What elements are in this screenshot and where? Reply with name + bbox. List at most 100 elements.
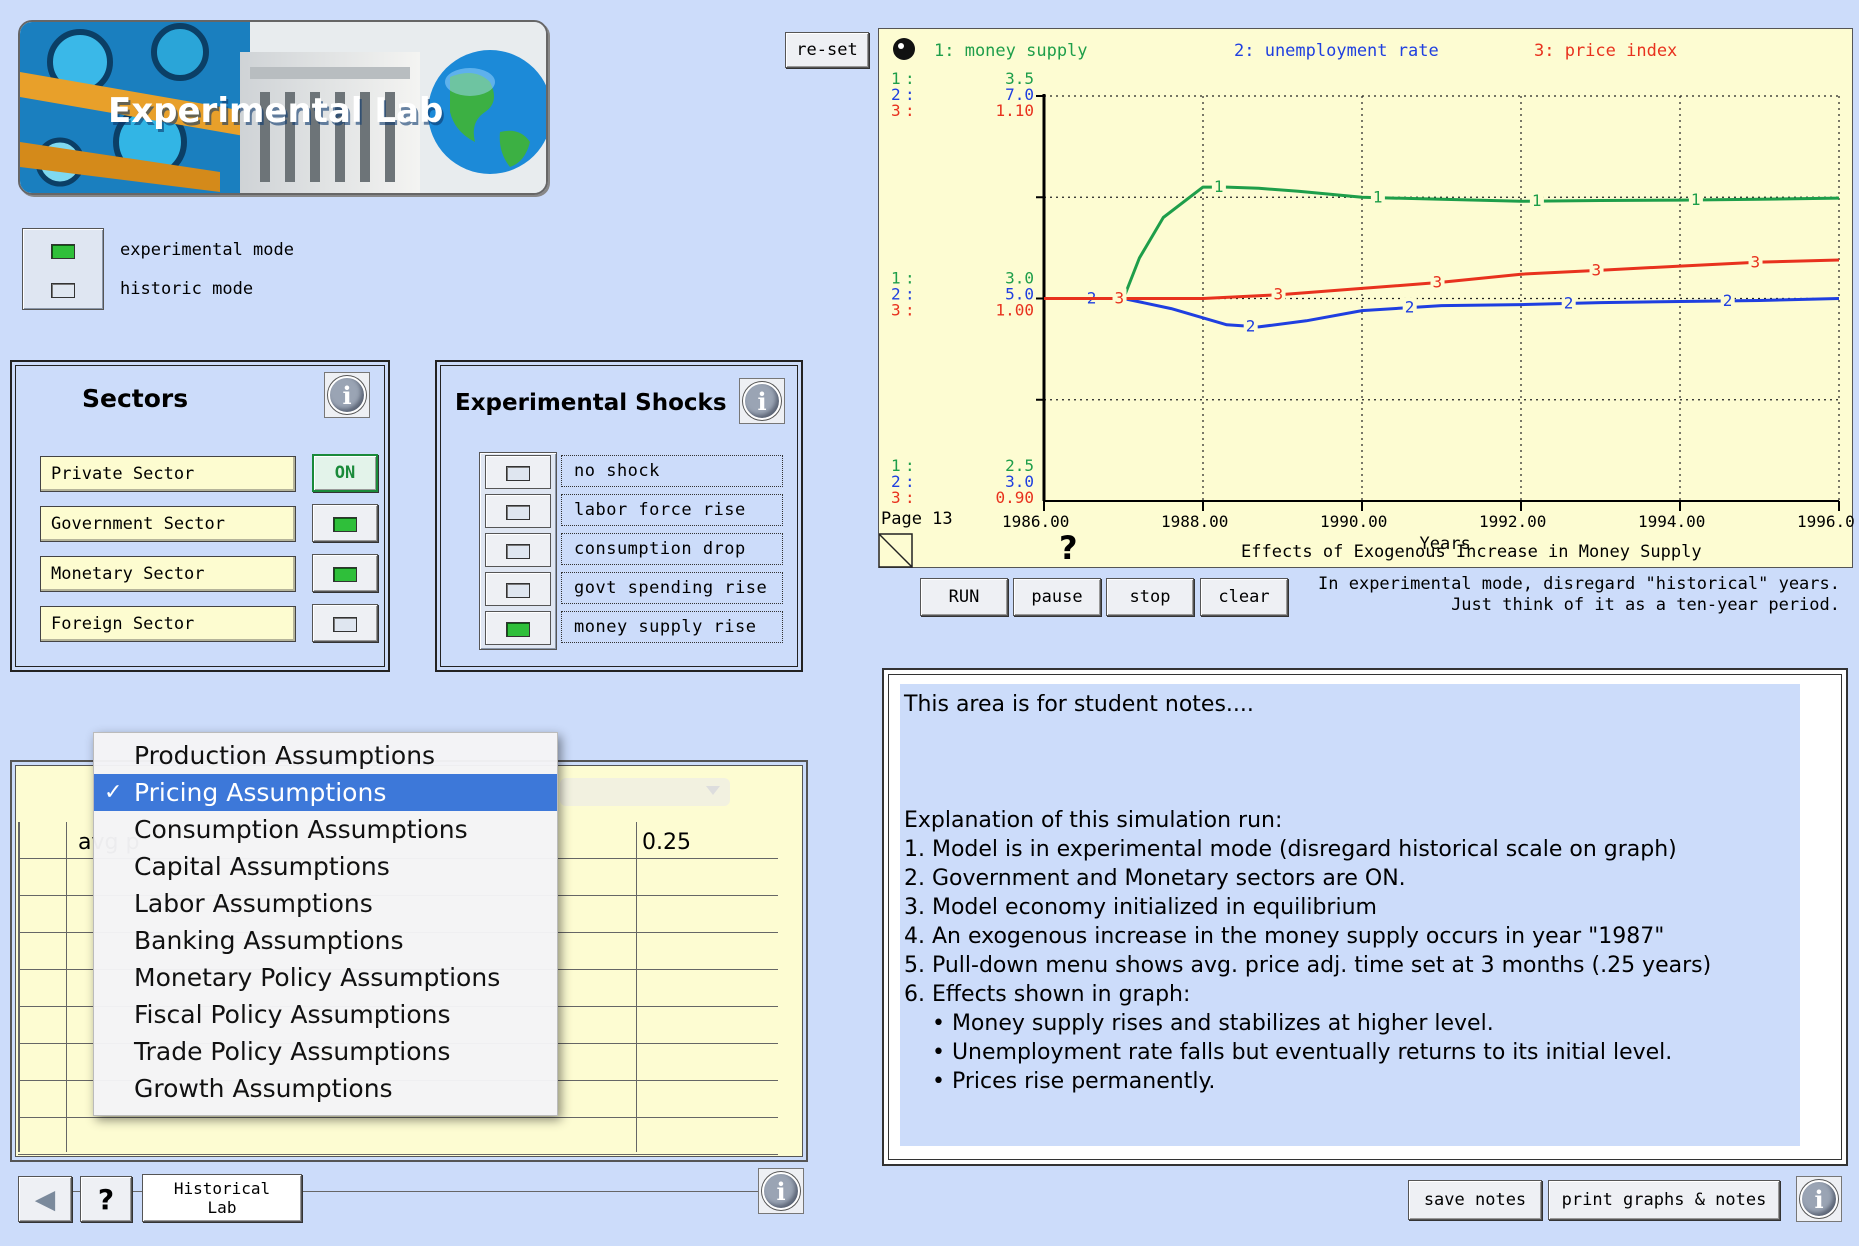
shock-toggle-button[interactable] bbox=[485, 494, 551, 528]
notes-line bbox=[904, 748, 1800, 777]
shock-indicator-icon bbox=[506, 504, 530, 520]
parameter-value-cell[interactable]: 0.25 bbox=[642, 830, 691, 855]
graph-help-icon[interactable]: ? bbox=[1059, 529, 1078, 567]
dropdown-menu-item[interactable]: Labor Assumptions bbox=[94, 885, 557, 922]
notes-line: 1. Model is in experimental mode (disreg… bbox=[904, 837, 1677, 862]
shock-toggle-button[interactable] bbox=[485, 533, 551, 567]
notes-line: 2. Government and Monetary sectors are O… bbox=[904, 866, 1406, 891]
shock-label: money supply rise bbox=[561, 611, 783, 643]
page-label: Page 13 bbox=[881, 509, 953, 529]
mode-label: experimental mode bbox=[120, 240, 294, 260]
shock-toggle-button[interactable] bbox=[485, 455, 551, 489]
stop-button[interactable]: stop bbox=[1106, 578, 1194, 616]
mode-label: historic mode bbox=[120, 279, 254, 299]
series-marker-3: 3 bbox=[1592, 260, 1602, 279]
shock-toggle-button[interactable] bbox=[485, 572, 551, 606]
shock-indicator-icon bbox=[506, 621, 530, 637]
dropdown-menu-item[interactable]: Capital Assumptions bbox=[94, 848, 557, 885]
x-tick-label: 1994.00 bbox=[1638, 512, 1705, 531]
notes-line: 5. Pull-down menu shows avg. price adj. … bbox=[904, 953, 1712, 978]
dropdown-menu-item[interactable]: Trade Policy Assumptions bbox=[94, 1033, 557, 1070]
mode-indicator-icon bbox=[51, 243, 75, 259]
graph-pad-icon[interactable] bbox=[893, 38, 915, 60]
run-button[interactable]: RUN bbox=[920, 578, 1008, 616]
sector-toggle-button[interactable] bbox=[312, 554, 378, 592]
sector-indicator-icon bbox=[333, 616, 357, 632]
legend-money-supply: 1: money supply bbox=[934, 41, 1088, 61]
dropdown-menu-item[interactable]: Growth Assumptions bbox=[94, 1070, 557, 1107]
x-tick-label: 1988.00 bbox=[1161, 512, 1228, 531]
series-marker-2: 2 bbox=[1405, 298, 1415, 317]
notes-line: • Prices rise permanently. bbox=[904, 1069, 1216, 1094]
mode-toggle-button[interactable] bbox=[29, 271, 97, 307]
note-line: Just think of it as a ten-year period. bbox=[1451, 595, 1840, 615]
mode-row: experimental mode bbox=[22, 232, 342, 268]
dropdown-menu-item-label: Trade Policy Assumptions bbox=[134, 1037, 451, 1066]
x-tick-label: 1992.00 bbox=[1479, 512, 1546, 531]
dropdown-menu-item-label: Labor Assumptions bbox=[134, 889, 373, 918]
print-graphs-notes-button[interactable]: print graphs & notes bbox=[1548, 1180, 1780, 1220]
dropdown-menu-item[interactable]: Consumption Assumptions bbox=[94, 811, 557, 848]
dropdown-menu-item-label: Monetary Policy Assumptions bbox=[134, 963, 501, 992]
shock-indicator-icon bbox=[506, 465, 530, 481]
notes-line bbox=[904, 719, 1800, 748]
series-marker-2: 2 bbox=[1246, 316, 1256, 335]
dropdown-menu-item-label: Growth Assumptions bbox=[134, 1074, 393, 1103]
pause-button[interactable]: pause bbox=[1013, 578, 1101, 616]
dropdown-menu-item[interactable]: Production Assumptions bbox=[94, 737, 557, 774]
series-marker-3: 3 bbox=[1433, 273, 1443, 292]
y-axis-colon: : bbox=[905, 101, 915, 120]
experimental-mode-note: In experimental mode, disregard "histori… bbox=[1300, 574, 1840, 616]
back-arrow-button[interactable]: ◀ bbox=[18, 1176, 72, 1222]
student-notes-textarea[interactable]: This area is for student notes.... Explan… bbox=[900, 684, 1800, 1146]
sectors-panel: Sectors i Private Sector ON Government Sec… bbox=[10, 360, 390, 672]
y-axis-colon: : bbox=[905, 301, 915, 320]
dropdown-menu-item[interactable]: Banking Assumptions bbox=[94, 922, 557, 959]
legend-price-index: 3: price index bbox=[1534, 41, 1677, 61]
reset-button[interactable]: re-set bbox=[785, 32, 869, 68]
dropdown-menu-item[interactable]: Fiscal Policy Assumptions bbox=[94, 996, 557, 1033]
checkmark-icon: ✓ bbox=[104, 780, 123, 805]
page-turn-icon[interactable] bbox=[878, 533, 913, 568]
mode-toggle-button[interactable] bbox=[29, 232, 97, 268]
sector-label: Private Sector bbox=[40, 456, 296, 492]
dropdown-menu-item[interactable]: ✓ Pricing Assumptions bbox=[94, 774, 557, 811]
historical-lab-button[interactable]: Historical Lab bbox=[142, 1174, 302, 1222]
y-tick-label: 1.00 bbox=[995, 301, 1034, 320]
table-column-divider bbox=[66, 822, 67, 1152]
notes-line: • Unemployment rate falls but eventually… bbox=[904, 1040, 1673, 1065]
series-marker-3: 3 bbox=[1274, 285, 1284, 304]
assumptions-dropdown-menu: Production Assumptions ✓ Pricing Assumptio… bbox=[93, 732, 558, 1116]
save-notes-button[interactable]: save notes bbox=[1408, 1180, 1542, 1220]
mode-row: historic mode bbox=[22, 271, 342, 307]
y-axis-series-marker: 3 bbox=[891, 101, 901, 120]
assumptions-select[interactable] bbox=[560, 778, 730, 806]
notes-line: 3. Model economy initialized in equilibr… bbox=[904, 895, 1377, 920]
y-tick-label: 1.10 bbox=[995, 101, 1034, 120]
sector-toggle-button[interactable] bbox=[312, 504, 378, 542]
sector-label: Foreign Sector bbox=[40, 606, 296, 642]
table-column-divider bbox=[636, 822, 637, 1152]
series-marker-1: 1 bbox=[1214, 177, 1224, 196]
sectors-info-icon[interactable]: i bbox=[324, 372, 370, 418]
shock-toggle-button[interactable] bbox=[485, 611, 551, 645]
sectors-title: Sectors bbox=[82, 384, 189, 413]
series-line-2 bbox=[1044, 297, 1840, 329]
dropdown-menu-item[interactable]: Monetary Policy Assumptions bbox=[94, 959, 557, 996]
dropdown-menu-item-label: Fiscal Policy Assumptions bbox=[134, 1000, 451, 1029]
sector-toggle-button[interactable]: ON bbox=[312, 454, 378, 492]
shock-label: no shock bbox=[561, 455, 783, 487]
shocks-info-icon[interactable]: i bbox=[739, 378, 785, 424]
sector-indicator-icon bbox=[333, 566, 357, 582]
assumptions-info-icon[interactable]: i bbox=[758, 1168, 804, 1214]
help-button[interactable]: ? bbox=[80, 1176, 132, 1222]
shocks-panel: Experimental Shocks i no shock labor forc… bbox=[435, 360, 803, 672]
clear-button[interactable]: clear bbox=[1200, 578, 1288, 616]
sector-toggle-button[interactable] bbox=[312, 604, 378, 642]
sector-label: Government Sector bbox=[40, 506, 296, 542]
sector-list: Private Sector ON Government Sector Monetar… bbox=[28, 452, 378, 652]
series-marker-3: 3 bbox=[1115, 289, 1125, 308]
simulation-graph: 1: money supply 2: unemployment rate 3: … bbox=[878, 38, 1859, 568]
series-marker-3: 3 bbox=[1751, 252, 1761, 271]
notes-info-icon[interactable]: i bbox=[1796, 1176, 1842, 1222]
